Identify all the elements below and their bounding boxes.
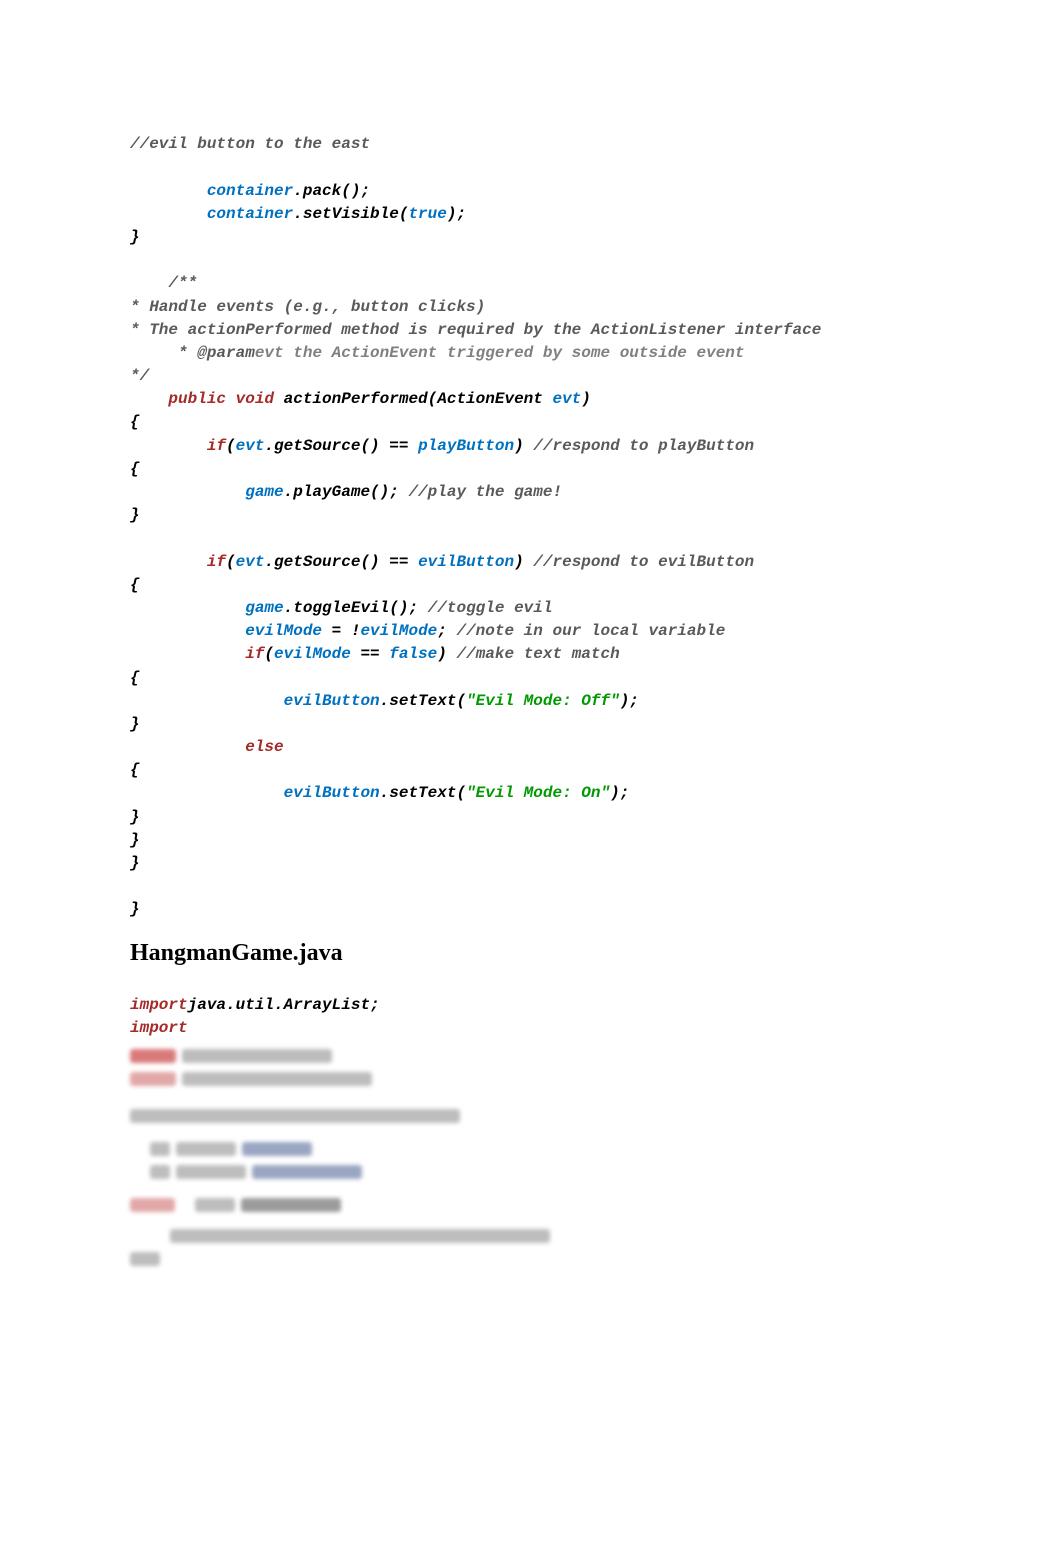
javadoc-tag: * @param	[130, 344, 255, 362]
var: evilButton	[418, 553, 514, 571]
var: playButton	[418, 437, 514, 455]
call: .toggleEvil();	[284, 599, 428, 617]
import-path: java.util.ArrayList;	[188, 996, 380, 1014]
javadoc-end: */	[130, 367, 149, 385]
paren: (	[264, 645, 274, 663]
brace: {	[130, 761, 140, 779]
keyword-import: import	[130, 996, 188, 1014]
punct: );	[447, 205, 466, 223]
var: evt	[236, 553, 265, 571]
keyword-false: false	[389, 645, 437, 663]
call: .setText(	[380, 784, 466, 802]
comment: //evil button to the east	[130, 135, 370, 153]
brace: }	[130, 715, 140, 733]
string: "Evil Mode: On"	[466, 784, 610, 802]
method-name: actionPerformed(	[284, 390, 438, 408]
brace: }	[130, 808, 140, 826]
call: .setVisible(	[293, 205, 408, 223]
var: evilButton	[130, 784, 380, 802]
paren: )	[514, 553, 533, 571]
javadoc: /**	[130, 274, 197, 292]
call: .setText(	[380, 692, 466, 710]
comment: //note in our local variable	[456, 622, 725, 640]
call: .pack();	[293, 182, 370, 200]
javadoc: * Handle events (e.g., button clicks)	[130, 298, 485, 316]
javadoc-param: evt the ActionEvent triggered by some ou…	[255, 344, 745, 362]
var: evilMode	[130, 622, 332, 640]
string: "Evil Mode: Off"	[466, 692, 620, 710]
comment: //respond to evilButton	[533, 553, 754, 571]
document-page: //evil button to the east container.pack…	[0, 0, 1062, 1330]
brace: }	[130, 900, 140, 918]
op: ==	[360, 645, 389, 663]
paren: (	[226, 437, 236, 455]
keyword: public void	[130, 390, 284, 408]
var: evilMode	[274, 645, 360, 663]
punct: ;	[437, 622, 456, 640]
expr: .getSource() ==	[264, 553, 418, 571]
brace: {	[130, 576, 140, 594]
param-name: evt	[552, 390, 581, 408]
var: game	[130, 599, 284, 617]
punct: );	[620, 692, 639, 710]
var: evilMode	[360, 622, 437, 640]
var: evilButton	[130, 692, 380, 710]
paren: )	[437, 645, 456, 663]
brace: {	[130, 460, 140, 478]
brace: {	[130, 413, 140, 431]
punct: )	[581, 390, 591, 408]
comment: //play the game!	[408, 483, 562, 501]
brace: }	[130, 228, 140, 246]
punct: );	[610, 784, 629, 802]
brace: {	[130, 669, 140, 687]
var: game	[130, 483, 284, 501]
javadoc: * The actionPerformed method is required…	[130, 321, 821, 339]
comment: //respond to playButton	[533, 437, 754, 455]
type: ActionEvent	[437, 390, 552, 408]
brace: }	[130, 854, 140, 872]
file-heading: HangmanGame.java	[130, 940, 932, 967]
blurred-preview	[130, 1044, 932, 1270]
op: = !	[332, 622, 361, 640]
brace: }	[130, 831, 140, 849]
code-block-2: importjava.util.ArrayList; import	[130, 971, 932, 1041]
keyword-if: if	[130, 437, 226, 455]
expr: .getSource() ==	[264, 437, 418, 455]
comment: //toggle evil	[428, 599, 553, 617]
brace: }	[130, 506, 140, 524]
code-block-1: //evil button to the east container.pack…	[130, 110, 932, 922]
comment: //make text match	[456, 645, 619, 663]
paren: (	[226, 553, 236, 571]
var: evt	[236, 437, 265, 455]
ident: container	[130, 205, 293, 223]
keyword-true: true	[408, 205, 446, 223]
keyword-if: if	[130, 645, 264, 663]
ident: container	[130, 182, 293, 200]
keyword-else: else	[130, 738, 284, 756]
call: .playGame();	[284, 483, 409, 501]
keyword-if: if	[130, 553, 226, 571]
paren: )	[514, 437, 533, 455]
keyword-import: import	[130, 1019, 188, 1037]
